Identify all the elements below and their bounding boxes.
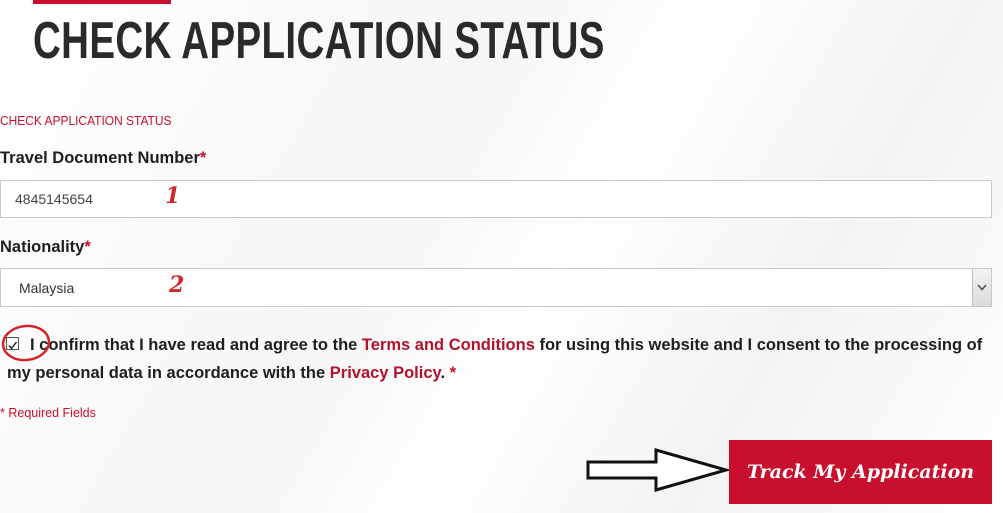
travel-document-input[interactable]: [0, 180, 992, 218]
privacy-policy-link[interactable]: Privacy Policy: [330, 364, 441, 382]
required-fields-note: * Required Fields: [0, 406, 96, 420]
annotation-arrow-icon: [586, 448, 732, 492]
terms-link[interactable]: Terms and Conditions: [362, 336, 535, 354]
page-title: CHECK APPLICATION STATUS: [33, 12, 605, 70]
annotation-step-1: 1: [165, 183, 181, 209]
track-my-application-button[interactable]: Track My Application: [729, 440, 992, 504]
required-asterisk: *: [445, 364, 457, 382]
chevron-down-icon[interactable]: [972, 269, 991, 306]
annotation-circle: [1, 324, 51, 362]
travel-document-label-text: Travel Document Number: [0, 149, 200, 167]
top-accent-bar: [33, 0, 171, 4]
travel-document-label: Travel Document Number*: [0, 149, 206, 168]
consent-text-part: I confirm that I have read and agree to …: [30, 336, 362, 354]
required-asterisk: *: [199, 149, 207, 167]
nationality-selected-value: Malaysia: [19, 280, 75, 296]
consent-text: I confirm that I have read and agree to …: [7, 331, 987, 387]
required-asterisk: *: [84, 238, 91, 256]
nationality-label: Nationality*: [0, 238, 91, 257]
nationality-label-text: Nationality: [0, 238, 85, 256]
nationality-select[interactable]: Malaysia: [0, 268, 992, 307]
annotation-step-2: 2: [169, 272, 185, 298]
section-label: CHECK APPLICATION STATUS: [0, 113, 172, 128]
